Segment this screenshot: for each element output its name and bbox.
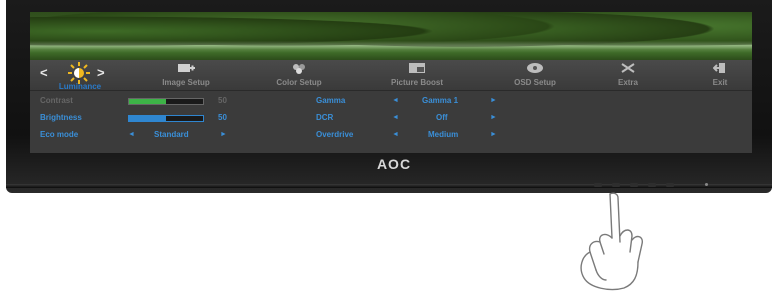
hardware-button-3[interactable] [630, 183, 638, 187]
eco-mode-value: Standard [154, 130, 189, 139]
osd-tab-bar: < Luminance > Image Setup Color Setup Pi… [30, 60, 752, 91]
image-setup-icon [136, 62, 236, 76]
eco-mode-left-arrow-icon[interactable]: ◄ [128, 131, 135, 138]
hardware-button-1[interactable] [594, 183, 602, 187]
tab-label: OSD Setup [514, 78, 556, 87]
tab-label: Picture Boost [390, 78, 443, 87]
tab-image-setup[interactable]: Image Setup [136, 62, 236, 90]
hardware-button-5[interactable] [666, 183, 674, 187]
gamma-value: Gamma 1 [422, 96, 459, 105]
power-led-icon [705, 183, 708, 186]
gamma-right-arrow-icon[interactable]: ► [490, 97, 497, 104]
tab-exit[interactable]: Exit [670, 62, 752, 90]
osd-setup-icon [485, 62, 585, 76]
overdrive-right-arrow-icon[interactable]: ► [490, 131, 497, 138]
wallpaper-landscape [30, 12, 752, 60]
tab-label: Image Setup [162, 78, 210, 87]
brightness-fill [129, 116, 166, 121]
overdrive-value: Medium [428, 130, 459, 139]
dcr-value: Off [436, 113, 448, 122]
aoc-logo: AOC [376, 156, 412, 172]
tab-picture-boost[interactable]: Picture Boost [367, 62, 467, 90]
contrast-fill [129, 99, 166, 104]
contrast-slider[interactable] [128, 98, 204, 105]
tab-extra[interactable]: Extra [578, 62, 678, 90]
overdrive-label: Overdrive [316, 130, 354, 139]
osd-settings-panel: Contrast 50 Brightness 50 Eco mode ◄ Sta… [30, 90, 752, 153]
picture-boost-icon [367, 62, 467, 76]
extra-icon [578, 62, 678, 76]
contrast-label: Contrast [40, 96, 73, 105]
sun-icon [68, 62, 90, 84]
exit-icon [670, 62, 752, 76]
brightness-slider[interactable] [128, 115, 204, 122]
tab-label: Color Setup [276, 78, 322, 87]
dcr-left-arrow-icon[interactable]: ◄ [392, 114, 399, 121]
hardware-button-2[interactable] [612, 183, 620, 187]
next-arrow-icon[interactable]: > [97, 65, 105, 80]
tab-osd-setup[interactable]: OSD Setup [485, 62, 585, 90]
dcr-right-arrow-icon[interactable]: ► [490, 114, 497, 121]
hardware-button-4[interactable] [648, 183, 656, 187]
eco-mode-right-arrow-icon[interactable]: ► [220, 131, 227, 138]
color-setup-icon [249, 62, 349, 76]
monitor-screen: < Luminance > Image Setup Color Setup Pi… [30, 12, 752, 153]
contrast-value: 50 [218, 96, 227, 105]
gamma-label: Gamma [316, 96, 346, 105]
brightness-label: Brightness [40, 113, 82, 122]
eco-mode-label: Eco mode [40, 130, 79, 139]
tab-luminance[interactable]: Luminance [30, 62, 130, 91]
pointing-hand-icon [580, 192, 644, 291]
gamma-left-arrow-icon[interactable]: ◄ [392, 97, 399, 104]
tab-color-setup[interactable]: Color Setup [249, 62, 349, 90]
dcr-label: DCR [316, 113, 334, 122]
bezel-edge [6, 184, 772, 188]
brightness-value: 50 [218, 113, 227, 122]
tab-label: Exit [712, 78, 728, 87]
overdrive-left-arrow-icon[interactable]: ◄ [392, 131, 399, 138]
tab-label: Extra [617, 78, 638, 87]
